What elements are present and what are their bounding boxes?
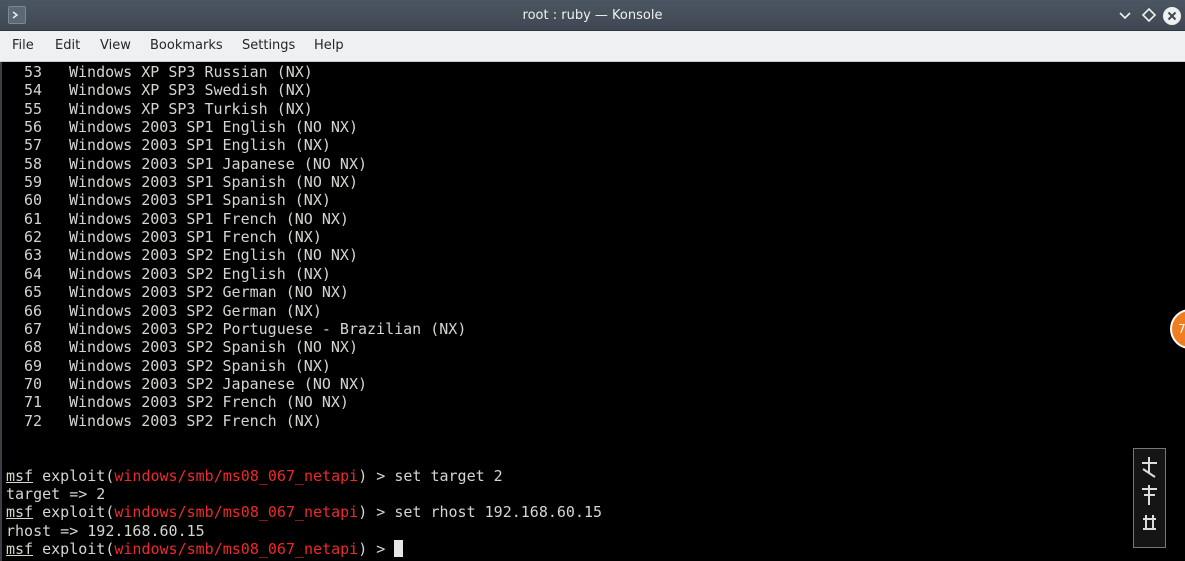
target-number: 67: [23, 320, 42, 338]
target-name: Windows XP SP3 Russian (NX): [69, 63, 313, 81]
target-row: 72 Windows 2003 SP2 French (NX): [6, 412, 322, 430]
menu-bar: File Edit View Bookmarks Settings Help: [0, 31, 1185, 62]
msf-prompt-line: msf exploit(windows/smb/ms08_067_netapi)…: [6, 467, 503, 485]
exploit-module: windows/smb/ms08_067_netapi: [114, 503, 359, 521]
target-row: 57 Windows 2003 SP1 English (NX): [6, 136, 331, 154]
msf-label: msf: [6, 503, 34, 521]
target-name: Windows 2003 SP1 French (NO NX): [69, 210, 349, 228]
target-number: 59: [23, 173, 42, 191]
exploit-prefix: exploit(: [33, 503, 115, 521]
command-text: set rhost 192.168.60.15: [394, 503, 603, 521]
exploit-module: windows/smb/ms08_067_netapi: [114, 540, 359, 558]
target-row: 70 Windows 2003 SP2 Japanese (NO NX): [6, 375, 367, 393]
target-number: 54: [23, 81, 42, 99]
minimize-icon[interactable]: [1116, 6, 1134, 24]
target-number: 62: [23, 228, 42, 246]
target-row: 61 Windows 2003 SP1 French (NO NX): [6, 210, 349, 228]
menu-settings[interactable]: Settings: [240, 31, 297, 61]
target-name: Windows 2003 SP2 Spanish (NX): [69, 357, 331, 375]
target-name: Windows 2003 SP1 Spanish (NX): [69, 191, 331, 209]
msf-label: msf: [6, 540, 34, 558]
target-row: 67 Windows 2003 SP2 Portuguese - Brazilia…: [6, 320, 466, 338]
target-name: Windows 2003 SP1 French (NX): [69, 228, 322, 246]
target-number: 53: [23, 63, 42, 81]
target-row: 66 Windows 2003 SP2 German (NX): [6, 302, 322, 320]
menu-edit[interactable]: Edit: [53, 31, 82, 61]
target-row: 60 Windows 2003 SP1 Spanish (NX): [6, 191, 331, 209]
target-row: 65 Windows 2003 SP2 German (NO NX): [6, 283, 349, 301]
target-name: Windows 2003 SP2 German (NX): [69, 302, 322, 320]
close-icon[interactable]: [1162, 6, 1181, 25]
command-text: set target 2: [394, 467, 503, 485]
target-name: Windows XP SP3 Turkish (NX): [69, 100, 313, 118]
target-number: 72: [23, 412, 42, 430]
target-number: 58: [23, 155, 42, 173]
konsole-window: root : ruby — Konsole File Edit View Boo…: [0, 0, 1185, 561]
msf-label: msf: [6, 467, 34, 485]
target-row: 54 Windows XP SP3 Swedish (NX): [6, 81, 313, 99]
target-name: Windows 2003 SP2 Spanish (NO NX): [69, 338, 358, 356]
target-row: 53 Windows XP SP3 Russian (NX): [6, 63, 313, 81]
menu-view[interactable]: View: [98, 31, 133, 61]
target-name: Windows 2003 SP2 English (NX): [69, 265, 331, 283]
target-name: Windows 2003 SP2 German (NO NX): [69, 283, 349, 301]
terminal-output[interactable]: 53 Windows XP SP3 Russian (NX) 54 Windows X…: [0, 62, 1185, 561]
target-name: Windows 2003 SP2 French (NO NX): [69, 393, 349, 411]
target-number: 70: [23, 375, 42, 393]
menu-help[interactable]: Help: [312, 31, 346, 61]
target-name: Windows 2003 SP1 Japanese (NO NX): [69, 155, 368, 173]
command-output-line: rhost => 192.168.60.15: [6, 522, 205, 540]
side-logo-image: [1133, 448, 1166, 548]
target-name: Windows 2003 SP1 English (NO NX): [69, 118, 358, 136]
target-name: Windows 2003 SP2 French (NX): [69, 412, 322, 430]
target-name: Windows 2003 SP2 Japanese (NO NX): [69, 375, 368, 393]
target-number: 71: [23, 393, 42, 411]
msf-prompt-line: msf exploit(windows/smb/ms08_067_netapi)…: [6, 540, 404, 558]
target-number: 61: [23, 210, 42, 228]
target-row: 68 Windows 2003 SP2 Spanish (NO NX): [6, 338, 358, 356]
target-number: 69: [23, 357, 42, 375]
menu-bookmarks[interactable]: Bookmarks: [148, 31, 225, 61]
target-number: 68: [23, 338, 42, 356]
prompt-suffix: ) >: [358, 540, 395, 558]
target-number: 57: [23, 136, 42, 154]
exploit-prefix: exploit(: [33, 467, 115, 485]
msf-prompt-line: msf exploit(windows/smb/ms08_067_netapi)…: [6, 503, 602, 521]
window-title: root : ruby — Konsole: [522, 8, 663, 23]
target-number: 64: [23, 265, 42, 283]
exploit-prefix: exploit(: [33, 540, 115, 558]
target-number: 60: [23, 191, 42, 209]
prompt-suffix: ) >: [358, 467, 395, 485]
exploit-module: windows/smb/ms08_067_netapi: [114, 467, 359, 485]
target-row: 64 Windows 2003 SP2 English (NX): [6, 265, 331, 283]
target-row: 58 Windows 2003 SP1 Japanese (NO NX): [6, 155, 367, 173]
menu-file[interactable]: File: [10, 31, 36, 61]
prompt-suffix: ) >: [358, 503, 395, 521]
title-bar[interactable]: root : ruby — Konsole: [0, 0, 1185, 31]
target-number: 66: [23, 302, 42, 320]
target-number: 55: [23, 100, 42, 118]
target-name: Windows XP SP3 Swedish (NX): [69, 81, 313, 99]
target-name: Windows 2003 SP1 English (NX): [69, 136, 331, 154]
target-number: 65: [23, 283, 42, 301]
terminal-cursor: [394, 540, 404, 557]
target-row: 59 Windows 2003 SP1 Spanish (NO NX): [6, 173, 358, 191]
target-row: 63 Windows 2003 SP2 English (NO NX): [6, 246, 358, 264]
target-row: 69 Windows 2003 SP2 Spanish (NX): [6, 357, 331, 375]
target-number: 63: [23, 246, 42, 264]
target-name: Windows 2003 SP2 Portuguese - Brazilian …: [69, 320, 467, 338]
target-name: Windows 2003 SP1 Spanish (NO NX): [69, 173, 358, 191]
maximize-icon[interactable]: [1140, 6, 1158, 24]
target-row: 71 Windows 2003 SP2 French (NO NX): [6, 393, 349, 411]
command-output-line: target => 2: [6, 485, 106, 503]
target-row: 56 Windows 2003 SP1 English (NO NX): [6, 118, 358, 136]
target-name: Windows 2003 SP2 English (NO NX): [69, 246, 358, 264]
target-row: 62 Windows 2003 SP1 French (NX): [6, 228, 322, 246]
target-number: 56: [23, 118, 42, 136]
target-row: 55 Windows XP SP3 Turkish (NX): [6, 100, 313, 118]
